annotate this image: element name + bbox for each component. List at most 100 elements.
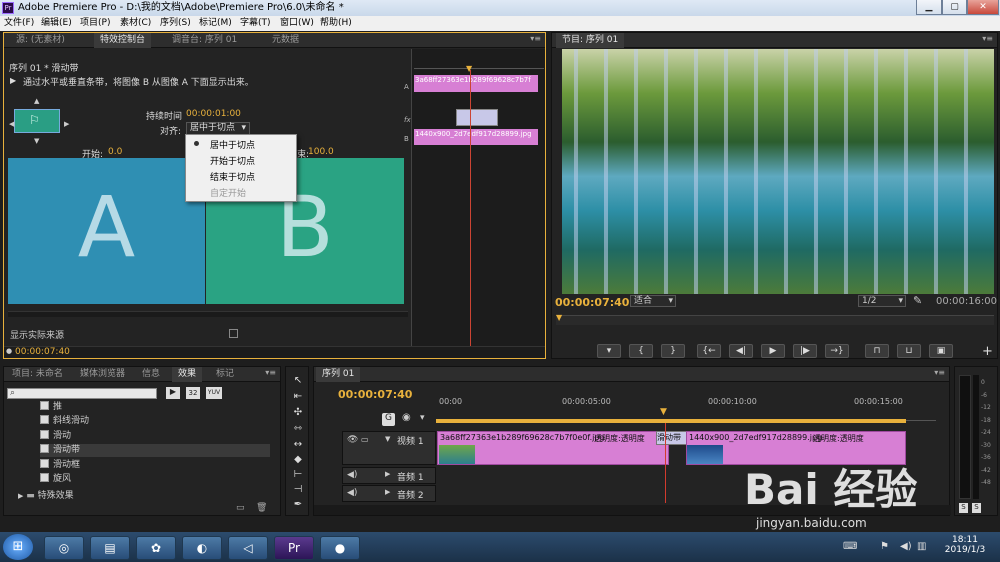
trash-icon[interactable]: 🗑 <box>256 503 267 513</box>
add-marker-button[interactable]: ▾ <box>597 344 621 358</box>
list-item[interactable]: 斜线滑动 <box>40 415 270 428</box>
panel-menu-icon[interactable]: ▾≡ <box>982 34 993 43</box>
marker-icon[interactable]: ▾ <box>420 413 425 423</box>
track-select-tool-icon[interactable]: ⇤ <box>289 389 307 404</box>
minimize-button[interactable]: ▁ <box>916 0 942 15</box>
tab-media-browser[interactable]: 媒体浏览器 <box>74 367 131 382</box>
menu-sequence[interactable]: 序列(S) <box>160 16 191 31</box>
new-bin-icon[interactable]: ▭ <box>236 503 245 513</box>
step-back-button[interactable]: ◀| <box>729 344 753 358</box>
tab-sequence[interactable]: 序列 01 <box>316 367 361 382</box>
video-clip-1[interactable]: 3a68ff27363e1b289f69628c7b7f0e0f.jpg 透明度… <box>437 431 669 465</box>
list-item[interactable]: 滑动 <box>40 430 270 443</box>
lock-icon[interactable]: ▭ <box>361 435 369 444</box>
ripple-edit-tool-icon[interactable]: ✣ <box>289 405 307 420</box>
option-end-at-cut[interactable]: 结束于切点 <box>210 170 255 183</box>
extract-button[interactable]: ⊔ <box>897 344 921 358</box>
close-button[interactable]: ✕ <box>967 0 999 15</box>
pen-tool-icon[interactable]: ✒ <box>289 497 307 512</box>
work-area-bar[interactable] <box>436 419 906 423</box>
option-start-at-cut[interactable]: 开始于切点 <box>210 154 255 167</box>
taskbar-qq-icon[interactable]: ✿ <box>136 536 176 560</box>
tab-project[interactable]: 项目: 未命名 <box>6 367 69 382</box>
folder-special-effects[interactable]: ▶ ▬ 特殊效果 <box>18 488 74 501</box>
menu-title[interactable]: 字幕(T) <box>240 16 271 31</box>
track-header-audio1[interactable]: ◀) ▶ 音频 1 <box>342 467 436 484</box>
tab-source[interactable]: 源: (无素材) <box>10 33 71 48</box>
panel-menu-icon[interactable]: ▾≡ <box>934 368 945 377</box>
speaker-icon[interactable]: ◀) <box>347 488 357 498</box>
mini-ruler[interactable] <box>414 61 544 69</box>
tray-volume-icon[interactable]: ◀) <box>900 541 912 552</box>
lift-button[interactable]: ⊓ <box>865 344 889 358</box>
menu-window[interactable]: 窗口(W) <box>280 16 314 31</box>
panel-menu-icon[interactable]: ▾≡ <box>265 368 276 377</box>
preview-scrollbar[interactable] <box>8 311 408 317</box>
play-button[interactable]: ▶ <box>761 344 785 358</box>
menu-project[interactable]: 项目(P) <box>80 16 110 31</box>
chevron-right-icon[interactable]: ▶ <box>385 488 390 496</box>
menu-clip[interactable]: 素材(C) <box>120 16 151 31</box>
transition-clip[interactable]: 滑动带 <box>656 431 688 445</box>
yuv-icon[interactable]: YUV <box>206 387 222 399</box>
snap-icon[interactable]: G <box>382 413 395 426</box>
export-frame-button[interactable]: ▣ <box>929 344 953 358</box>
mini-clip-b[interactable]: 1440x900_2d7edf917d28899.jpg <box>414 129 538 145</box>
list-item-selected[interactable]: 滑动带 <box>40 444 270 457</box>
speaker-icon[interactable]: ◀) <box>347 470 357 480</box>
list-item[interactable]: 旋风 <box>40 473 270 486</box>
go-to-out-button[interactable]: →} <box>825 344 849 358</box>
track-header-video1[interactable]: 👁 ▭ ▼ 视频 1 <box>342 431 436 465</box>
timeline-playhead-icon[interactable]: ▼ <box>660 407 667 417</box>
32bit-icon[interactable]: 32 <box>186 387 200 399</box>
tab-markers[interactable]: 标记 <box>210 367 240 382</box>
program-scrub-bar[interactable] <box>556 315 994 325</box>
quality-select[interactable]: 1/2 ▾ <box>858 295 906 307</box>
duration-value[interactable]: 00:00:01:00 <box>186 109 241 119</box>
arrow-down-icon[interactable]: ▼ <box>34 137 39 145</box>
effects-search-input[interactable]: ⌕ <box>7 388 157 399</box>
tab-program[interactable]: 节目: 序列 01 <box>556 33 625 48</box>
tab-info[interactable]: 信息 <box>136 367 166 382</box>
maximize-button[interactable]: ▢ <box>942 0 967 15</box>
taskbar-explorer-icon[interactable]: ▤ <box>90 536 130 560</box>
arrow-up-icon[interactable]: ▲ <box>34 97 39 105</box>
end-value[interactable]: 100.0 <box>308 147 334 157</box>
keyframe-icon[interactable]: ◉ <box>402 412 411 423</box>
taskbar-media-icon[interactable]: ◁ <box>228 536 268 560</box>
tab-effects[interactable]: 效果 <box>172 367 203 382</box>
option-center-at-cut[interactable]: 居中于切点 <box>210 138 255 151</box>
fit-select[interactable]: 适合 ▾ <box>630 295 676 307</box>
timeline-timecode[interactable]: 00:00:07:40 <box>338 388 412 401</box>
step-forward-button[interactable]: |▶ <box>793 344 817 358</box>
track-header-audio2[interactable]: ◀) ▶ 音频 2 <box>342 485 436 502</box>
razor-tool-icon[interactable]: ◆ <box>289 452 307 467</box>
tab-metadata[interactable]: 元数据 <box>266 33 305 48</box>
show-actual-sources-checkbox[interactable] <box>229 329 238 338</box>
menu-edit[interactable]: 编辑(E) <box>41 16 72 31</box>
tray-keyboard-icon[interactable]: ⌨ <box>843 541 857 552</box>
tab-audio-mixer[interactable]: 调音台: 序列 01 <box>166 33 243 48</box>
solo-left-button[interactable]: S <box>959 503 968 513</box>
menu-marker[interactable]: 标记(M) <box>199 16 232 31</box>
go-to-in-button[interactable]: {← <box>697 344 721 358</box>
tray-clock[interactable]: 18:11 2019/1/3 <box>944 535 986 555</box>
chevron-down-icon[interactable]: ▼ <box>385 435 390 443</box>
selection-tool-icon[interactable]: ↖ <box>289 373 307 388</box>
program-playhead-icon[interactable]: ▼ <box>556 313 562 322</box>
accelerated-effects-icon[interactable]: ▶ <box>166 387 180 399</box>
rolling-edit-tool-icon[interactable]: ⇿ <box>289 421 307 436</box>
arrow-left-icon[interactable]: ◀ <box>9 120 14 128</box>
tab-effect-controls[interactable]: 特效控制台 <box>94 33 152 48</box>
add-button-icon[interactable]: + <box>982 344 993 359</box>
start-button[interactable]: ⊞ <box>3 534 33 560</box>
play-transition-icon[interactable]: ▶ <box>10 76 16 85</box>
eye-icon[interactable]: 👁 <box>347 435 358 445</box>
taskbar-premiere-icon[interactable]: Pr <box>274 536 314 560</box>
taskbar-firefox-icon[interactable]: ◐ <box>182 536 222 560</box>
panel-menu-icon[interactable]: ▾≡ <box>530 34 541 43</box>
program-timecode[interactable]: 00:00:07:40 <box>555 296 629 309</box>
start-value[interactable]: 0.0 <box>108 147 122 157</box>
taskbar-record-icon[interactable]: ● <box>320 536 360 560</box>
wrench-icon[interactable]: ✎ <box>913 294 922 307</box>
